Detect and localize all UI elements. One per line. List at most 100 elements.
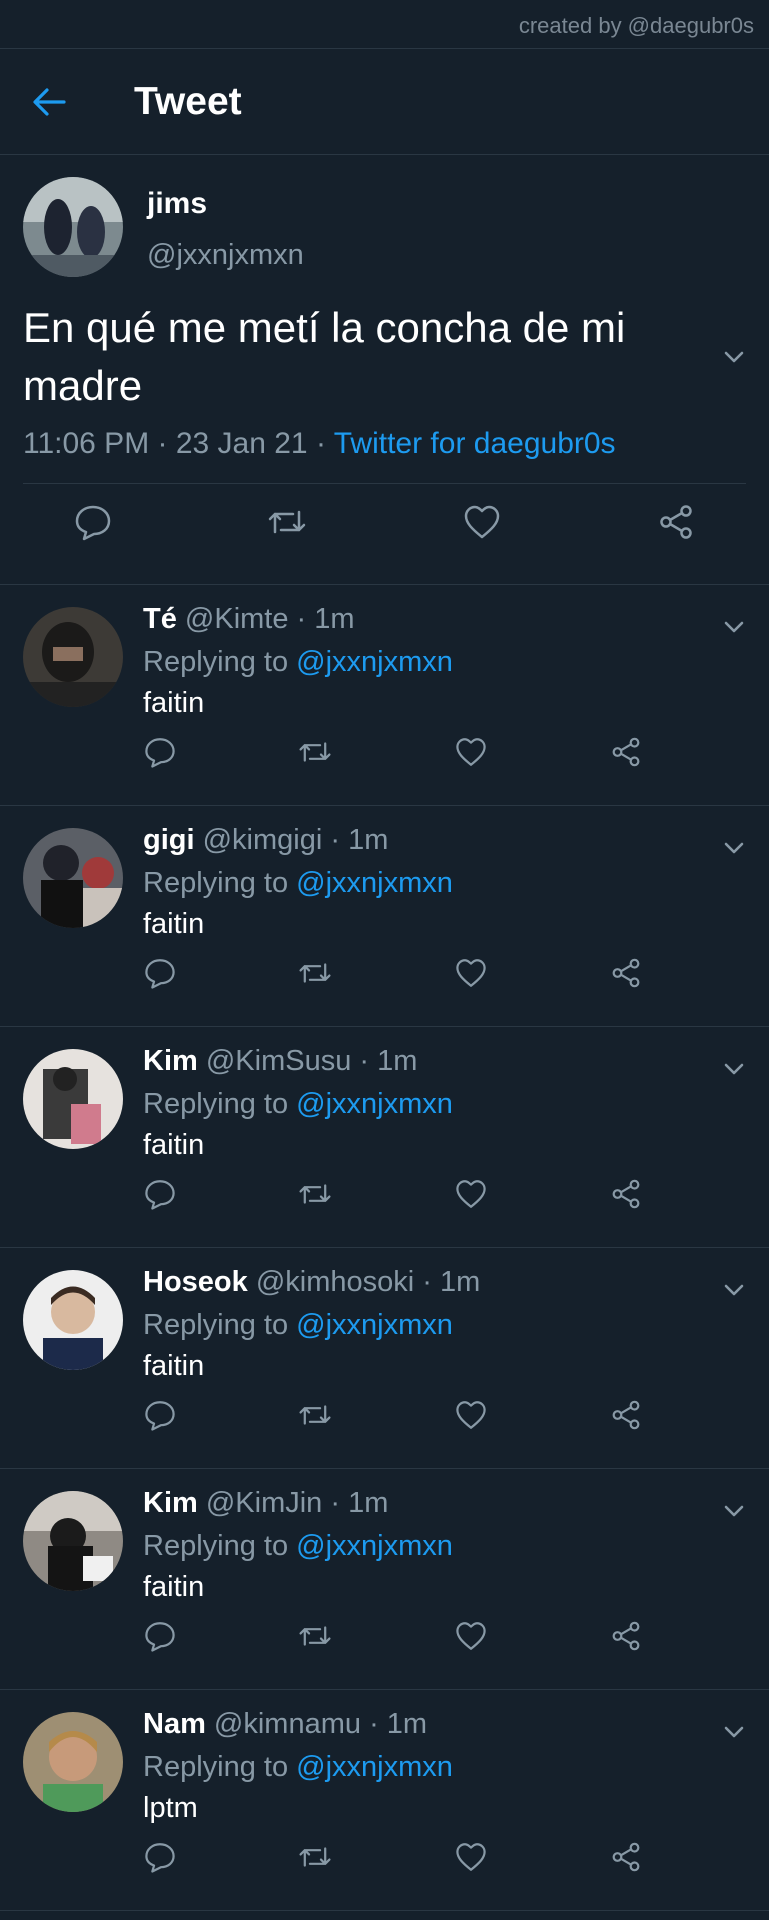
reply-text: faitin [143,1571,205,1603]
reply-icon[interactable] [143,956,177,990]
page-title: Tweet [134,79,242,123]
mention-link[interactable]: @jxxnjxmxn [296,1309,453,1341]
tweet-timestamp: · 1m [288,603,355,635]
chevron-down-icon[interactable] [719,1499,749,1523]
avatar[interactable] [23,1049,123,1149]
like-icon[interactable] [454,735,488,769]
reply-text: faitin [143,1350,205,1382]
replying-to: Replying to @jxxnjxmxn [143,867,709,900]
display-name[interactable]: Kim [143,1487,198,1519]
chevron-down-icon[interactable] [719,615,749,639]
user-handle[interactable]: @Kimte [185,603,289,635]
avatar[interactable] [23,1270,123,1370]
display-name[interactable]: Nam [143,1708,206,1740]
avatar[interactable] [23,607,123,707]
display-name[interactable]: Kim [143,1045,198,1077]
avatar[interactable] [23,1712,123,1812]
display-name[interactable]: Hoseok [143,1266,248,1298]
user-handle[interactable]: @KimSusu [206,1045,351,1077]
mention-link[interactable]: @jxxnjxmxn [296,867,453,899]
back-button[interactable] [32,82,86,122]
tweet-timestamp: · 1m [414,1266,481,1298]
reply-icon[interactable] [143,1840,177,1874]
tweet-source-link[interactable]: Twitter for daegubr0s [334,427,616,460]
main-tweet: jims @jxxnjxmxn En qué me metí la concha… [0,155,769,585]
retweet-icon[interactable] [298,735,332,769]
like-icon[interactable] [454,1177,488,1211]
replying-to-label: Replying to [143,1751,297,1783]
reply-icon[interactable] [143,1177,177,1211]
reply-icon[interactable] [73,502,113,542]
tweet-actions [143,1177,643,1211]
mention-link[interactable]: @jxxnjxmxn [296,1530,453,1562]
tweet-timestamp: · 1m [322,1487,389,1519]
mention-link[interactable]: @jxxnjxmxn [296,1088,453,1120]
share-icon[interactable] [609,1840,643,1874]
replying-to: Replying to @jxxnjxmxn [143,1309,709,1342]
chevron-down-icon[interactable] [719,1720,749,1744]
reply-text: faitin [143,687,205,719]
retweet-icon[interactable] [298,1177,332,1211]
avatar[interactable] [23,177,123,277]
reply-tweet[interactable]: Nam @kimnamu · 1m Replying to @jxxnjxmxn… [0,1690,769,1911]
like-icon[interactable] [454,956,488,990]
tweet-actions [143,1619,643,1653]
retweet-icon[interactable] [298,956,332,990]
reply-icon[interactable] [143,1398,177,1432]
share-icon[interactable] [609,1619,643,1653]
replying-to: Replying to @jxxnjxmxn [143,1751,709,1784]
reply-text: faitin [143,908,205,940]
top-bar: Tweet [0,49,769,155]
retweet-icon[interactable] [298,1619,332,1653]
like-icon[interactable] [454,1619,488,1653]
reply-tweet[interactable]: Hoseok @kimhosoki · 1m Replying to @jxxn… [0,1248,769,1469]
user-handle[interactable]: @KimJin [206,1487,322,1519]
display-name[interactable]: Té [143,603,177,635]
replying-to: Replying to @jxxnjxmxn [143,1088,709,1121]
chevron-down-icon[interactable] [719,345,749,369]
user-handle[interactable]: @kimhosoki [256,1266,414,1298]
replying-to-label: Replying to [143,1530,297,1562]
reply-icon[interactable] [143,735,177,769]
reply-text: lptm [143,1792,198,1824]
credit-text: created by @daegubr0s [0,0,769,49]
share-icon[interactable] [609,735,643,769]
mention-link[interactable]: @jxxnjxmxn [296,1751,453,1783]
reply-icon[interactable] [143,1619,177,1653]
reply-tweet[interactable]: Kim @KimSusu · 1m Replying to @jxxnjxmxn… [0,1027,769,1248]
reply-tweet[interactable]: Té @Kimte · 1m Replying to @jxxnjxmxn fa… [0,585,769,806]
share-icon[interactable] [609,956,643,990]
retweet-icon[interactable] [298,1398,332,1432]
tweet-timestamp: · 1m [351,1045,418,1077]
chevron-down-icon[interactable] [719,1057,749,1081]
chevron-down-icon[interactable] [719,836,749,860]
display-name[interactable]: jims [147,187,304,221]
like-icon[interactable] [462,502,502,542]
user-handle[interactable]: @jxxnjxmxn [147,239,304,272]
replying-to: Replying to @jxxnjxmxn [143,1530,709,1563]
replying-to-label: Replying to [143,1309,297,1341]
share-icon[interactable] [609,1398,643,1432]
like-icon[interactable] [454,1398,488,1432]
retweet-icon[interactable] [267,502,307,542]
tweet-timestamp: · 1m [361,1708,428,1740]
share-icon[interactable] [656,502,696,542]
display-name[interactable]: gigi [143,824,195,856]
tweet-actions [143,1840,643,1874]
tweet-meta: 11:06 PM · 23 Jan 21 · Twitter for daegu… [23,427,746,461]
tweet-actions [143,1398,643,1432]
retweet-icon[interactable] [298,1840,332,1874]
reply-tweet[interactable]: gigi @kimgigi · 1m Replying to @jxxnjxmx… [0,806,769,1027]
reply-tweet[interactable]: Kim @KimJin · 1m Replying to @jxxnjxmxn … [0,1469,769,1690]
user-handle[interactable]: @kimnamu [214,1708,361,1740]
avatar[interactable] [23,1491,123,1591]
mention-link[interactable]: @jxxnjxmxn [296,646,453,678]
avatar[interactable] [23,828,123,928]
replying-to-label: Replying to [143,646,297,678]
like-icon[interactable] [454,1840,488,1874]
chevron-down-icon[interactable] [719,1278,749,1302]
user-handle[interactable]: @kimgigi [203,824,323,856]
replies-list: Té @Kimte · 1m Replying to @jxxnjxmxn fa… [0,585,769,1911]
back-arrow-icon [33,87,66,116]
share-icon[interactable] [609,1177,643,1211]
